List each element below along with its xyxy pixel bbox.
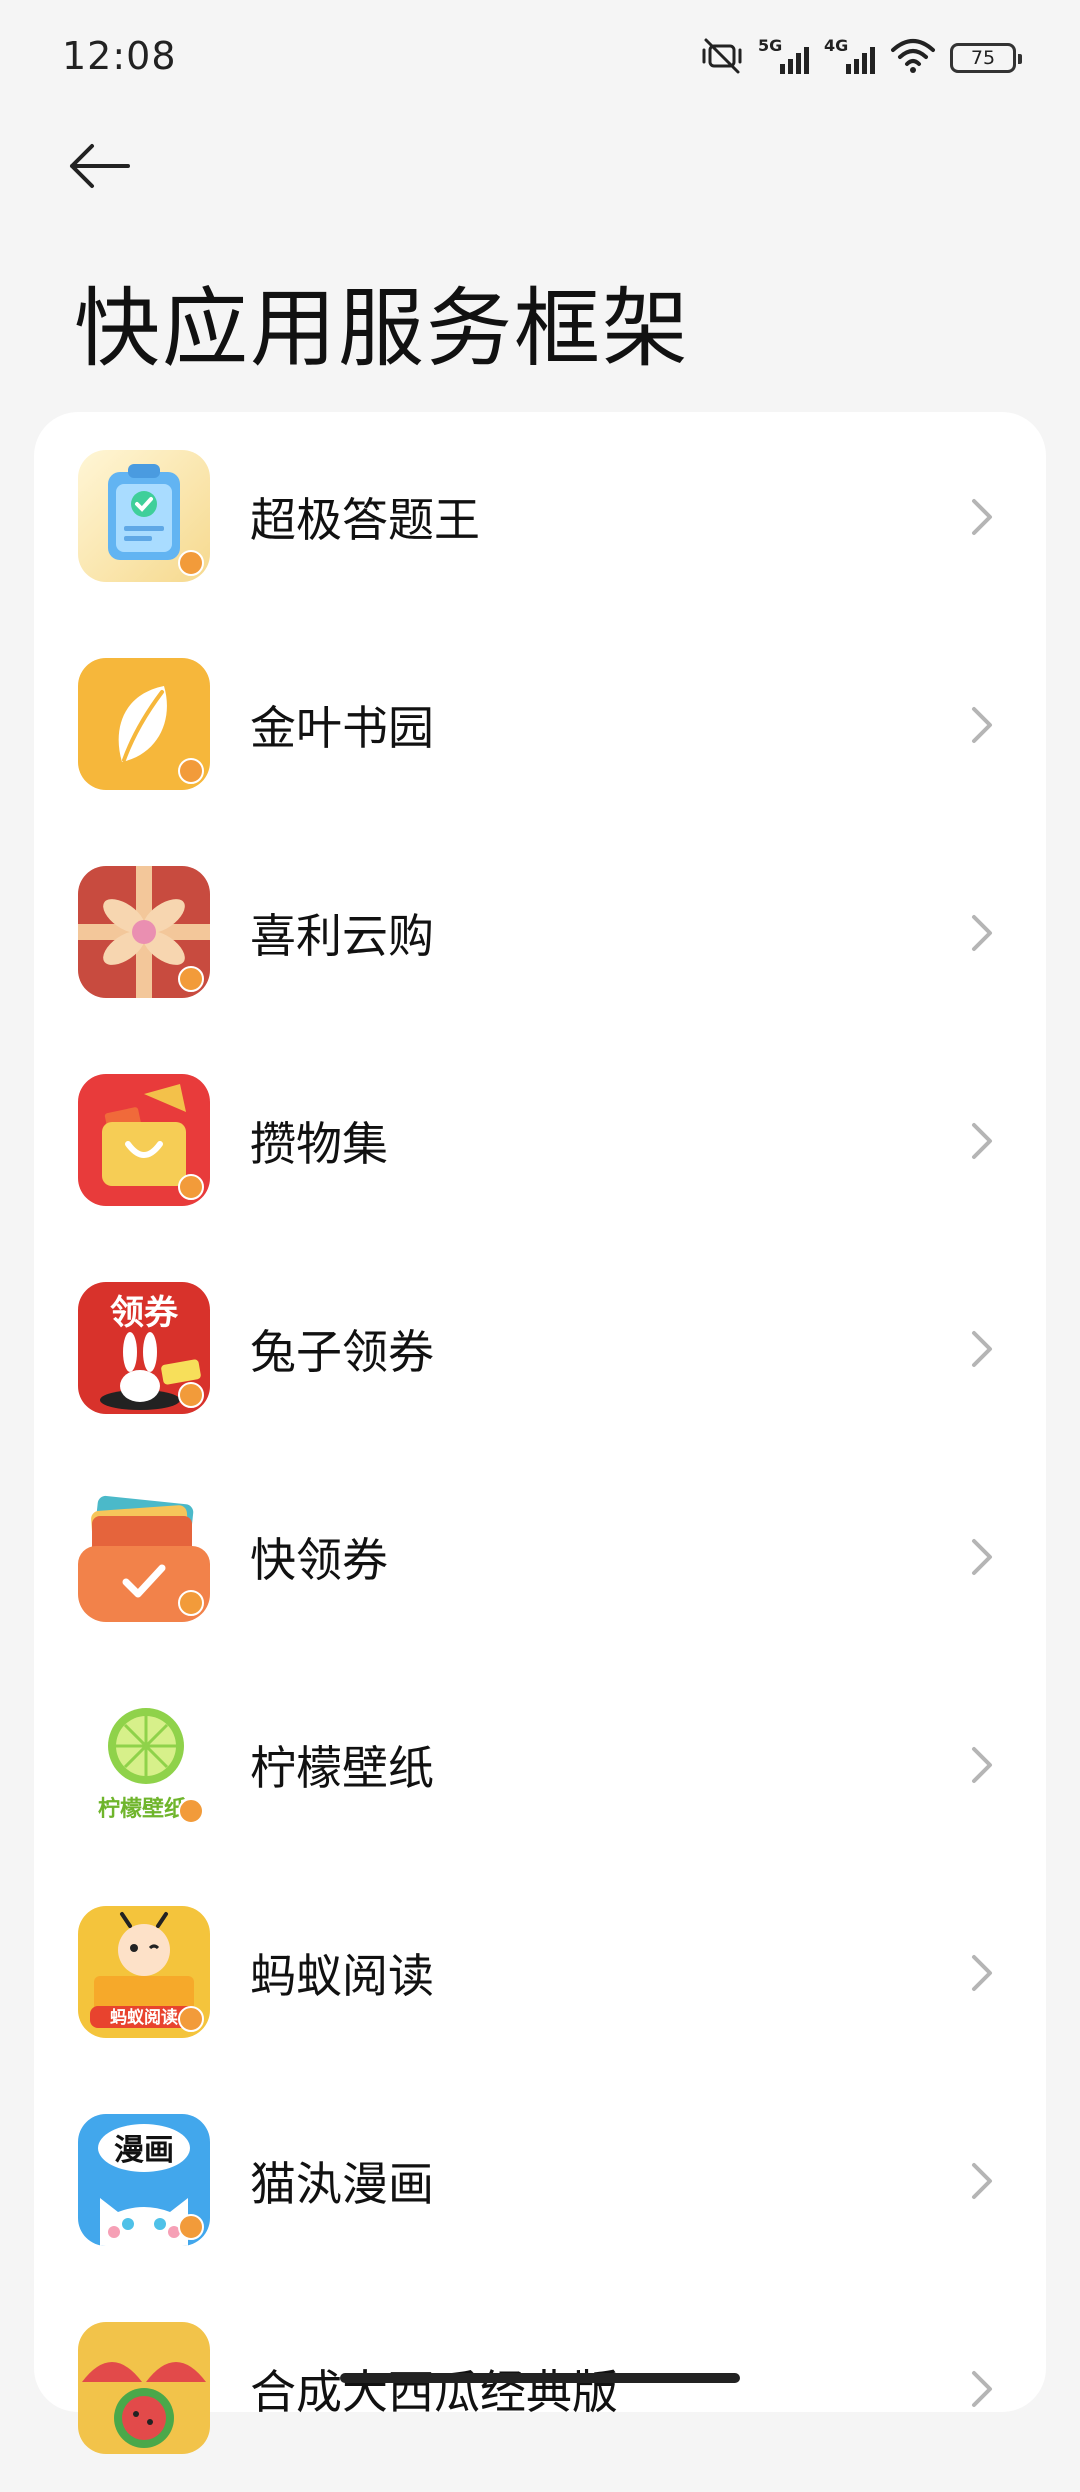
app-name: 超极答题王 [250,493,480,547]
app-row-quiz-king[interactable]: 超极答题王 [34,412,1046,620]
app-list: 超极答题王 金叶书园 喜利云购 攒物集 领券 兔子领券 快领券 柠檬壁纸 柠檬壁… [34,412,1046,2454]
chevron-right-icon [970,2370,994,2412]
app-row-cat-comic[interactable]: 漫画 猫汍漫画 [34,2076,1046,2284]
app-row-rabbit-coupon[interactable]: 领券 兔子领券 [34,1244,1046,1452]
battery-indicator: 75 [950,43,1022,73]
app-name: 快领券 [250,1533,388,1587]
app-name: 兔子领券 [250,1325,434,1379]
icon-text: 蚂蚁阅读 [110,2007,178,2028]
app-name: 猫汍漫画 [250,2157,434,2211]
link-badge-icon [178,2214,204,2240]
back-arrow-icon [66,142,132,194]
status-time: 12:08 [62,34,177,78]
shopping-bag-icon [78,1074,210,1206]
app-name: 蚂蚁阅读 [250,1949,434,2003]
app-name: 金叶书园 [250,701,434,755]
chevron-right-icon [970,1330,994,1372]
back-button[interactable] [66,132,156,204]
status-bar: 12:08 5G 4G 75 [0,0,1080,110]
link-badge-icon [178,758,204,784]
app-row-ant-reading[interactable]: 蚂蚁阅读 蚂蚁阅读 [34,1868,1046,2076]
ant-reading-icon: 蚂蚁阅读 [78,1906,210,2038]
gift-bow-icon [78,866,210,998]
app-row-golden-leaf[interactable]: 金叶书园 [34,620,1046,828]
link-badge-icon [178,966,204,992]
link-badge-icon [178,550,204,576]
app-row-quick-coupon[interactable]: 快领券 [34,1452,1046,1660]
wifi-icon [890,38,936,78]
app-name: 攒物集 [250,1117,388,1171]
lime-icon: 柠檬壁纸 [78,1698,210,1830]
app-row-lemon-wallpaper[interactable]: 柠檬壁纸 柠檬壁纸 [34,1660,1046,1868]
link-badge-icon [178,1590,204,1616]
clipboard-check-icon [78,450,210,582]
chevron-right-icon [970,1954,994,1996]
icon-text: 漫画 [114,2133,174,2168]
link-badge-icon [178,1382,204,1408]
chevron-right-icon [970,2162,994,2204]
link-badge-icon [178,1798,204,1824]
link-badge-icon [178,1174,204,1200]
app-row-watermelon[interactable]: 合成大西瓜经典版 [34,2284,1046,2492]
signal-4g-icon: 4G [824,36,876,78]
app-name: 柠檬壁纸 [250,1741,434,1795]
app-row-xili-shopping[interactable]: 喜利云购 [34,828,1046,1036]
cat-comic-icon: 漫画 [78,2114,210,2246]
wallet-check-icon [78,1490,210,1622]
chevron-right-icon [970,1122,994,1164]
app-row-zanwuji[interactable]: 攒物集 [34,1036,1046,1244]
home-indicator[interactable] [340,2373,740,2383]
icon-text: 柠檬壁纸 [98,1796,186,1822]
vibrate-silent-icon [700,36,744,80]
app-name: 合成大西瓜经典版 [250,2365,618,2419]
app-name: 喜利云购 [250,909,434,963]
status-icons: 5G 4G 75 [700,34,1022,82]
watermelon-icon [78,2322,210,2454]
chevron-right-icon [970,1538,994,1580]
chevron-right-icon [970,706,994,748]
signal-5g-icon: 5G [758,36,810,78]
chevron-right-icon [970,1746,994,1788]
leaf-icon [78,658,210,790]
rabbit-coupon-icon: 领券 [78,1282,210,1414]
chevron-right-icon [970,914,994,956]
link-badge-icon [178,2006,204,2032]
chevron-right-icon [970,498,994,540]
svg-text:领券: 领券 [110,1293,179,1333]
page-title: 快应用服务框架 [74,279,690,379]
